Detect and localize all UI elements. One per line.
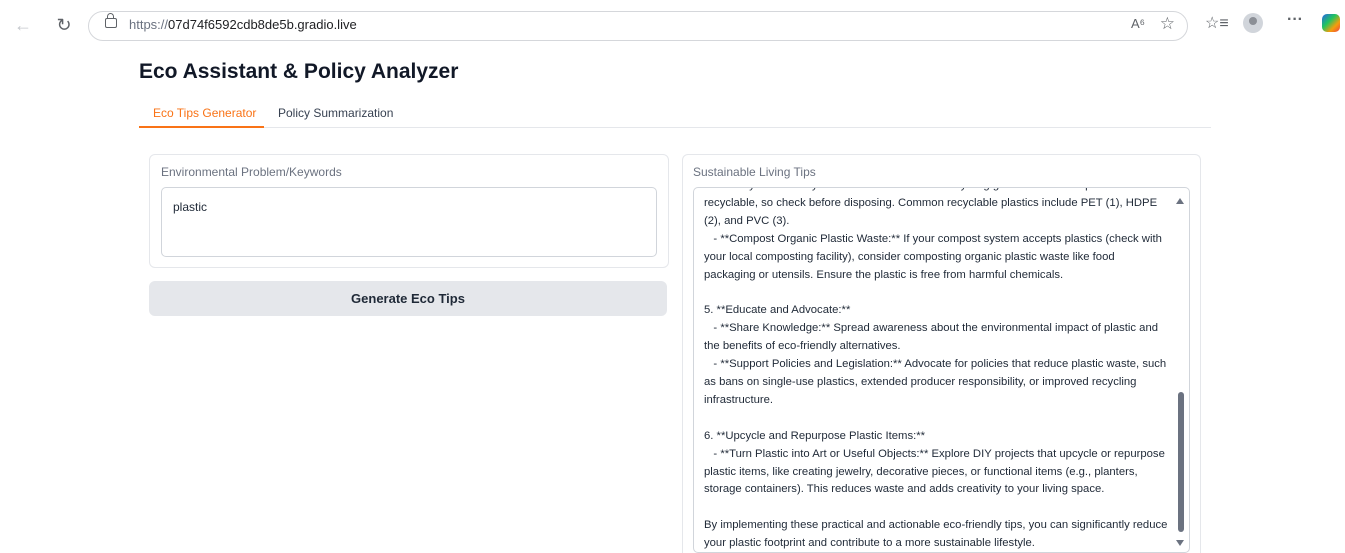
keywords-input-value: plastic [173, 200, 208, 214]
favorite-star-icon[interactable]: ☆ [1160, 14, 1175, 34]
tips-output-text: - **Recycle Correctly:** Learn and follo… [704, 188, 1168, 550]
more-menu-icon[interactable]: ··· [1287, 11, 1303, 29]
address-bar[interactable]: https://07d74f6592cdb8de5b.gradio.live A… [88, 11, 1188, 41]
favorites-icon[interactable]: ☆≡ [1205, 13, 1229, 33]
keywords-input[interactable]: plastic [161, 187, 657, 257]
generate-eco-tips-button[interactable]: Generate Eco Tips [149, 281, 667, 316]
tips-output[interactable]: - **Recycle Correctly:** Learn and follo… [693, 187, 1190, 553]
tab-eco-tips-generator[interactable]: Eco Tips Generator [153, 106, 256, 120]
page-title: Eco Assistant & Policy Analyzer [139, 60, 459, 83]
lock-icon[interactable] [105, 13, 117, 28]
url-text[interactable]: https://07d74f6592cdb8de5b.gradio.live [129, 17, 357, 32]
keywords-panel: Environmental Problem/Keywords plastic [149, 154, 669, 268]
keywords-label: Environmental Problem/Keywords [161, 165, 342, 179]
scrollbar-thumb[interactable] [1178, 392, 1184, 532]
active-tab-indicator [139, 126, 264, 128]
browser-toolbar: ← ↻ https://07d74f6592cdb8de5b.gradio.li… [0, 0, 1345, 50]
copilot-icon[interactable] [1322, 14, 1340, 32]
profile-avatar[interactable] [1243, 13, 1263, 33]
scroll-up-arrow-icon[interactable] [1176, 198, 1184, 204]
tips-panel: Sustainable Living Tips - **Recycle Corr… [682, 154, 1201, 553]
scroll-down-arrow-icon[interactable] [1176, 540, 1184, 546]
url-host: 07d74f6592cdb8de5b.gradio.live [168, 17, 357, 32]
back-icon[interactable]: ← [12, 14, 34, 36]
refresh-icon[interactable]: ↻ [53, 14, 75, 36]
tab-policy-summarization[interactable]: Policy Summarization [278, 106, 393, 120]
read-aloud-icon[interactable]: A⁶ [1131, 16, 1145, 31]
tab-bar: Eco Tips Generator Policy Summarization [139, 101, 1211, 128]
tips-label: Sustainable Living Tips [693, 165, 816, 179]
